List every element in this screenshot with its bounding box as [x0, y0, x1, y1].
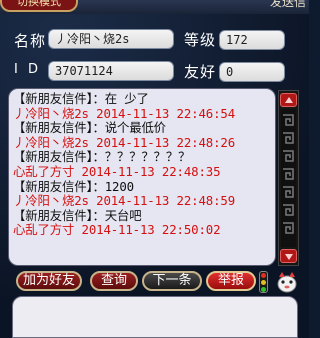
message-scrollbar[interactable]	[278, 90, 299, 266]
next-button[interactable]: 下一条	[142, 271, 202, 291]
message-text: 【新朋友信件】：说个最低价	[13, 120, 166, 136]
message-list[interactable]: 【新朋友信件】：在 少了 丿冷阳丶烧2s 2014-11-13 22:46:54…	[8, 88, 276, 266]
message-sender-time: 丿冷阳丶烧2s 2014-11-13 22:48:59	[13, 193, 236, 209]
reply-input[interactable]	[12, 296, 298, 338]
id-label: I D	[14, 62, 41, 77]
scroll-track[interactable]	[281, 109, 296, 247]
friendship-label: 友好	[184, 63, 217, 81]
level-label: 等级	[184, 31, 217, 49]
pet-icon[interactable]	[276, 270, 298, 294]
message-item: 【新朋友信件】：在 少了 丿冷阳丶烧2s 2014-11-13 22:46:54	[13, 91, 271, 121]
message-item: 【新朋友信件】：？？？？？？？ 心乱了方寸 2014-11-13 22:48:3…	[13, 150, 271, 179]
switch-mode-tab[interactable]: 切换模式	[0, 0, 78, 12]
action-bar: 加为好友 查询 下一条 举报	[0, 268, 309, 296]
level-field: 172	[219, 30, 285, 50]
message-text: 【新朋友信件】：天台吧	[13, 207, 142, 223]
message-sender-time: 心乱了方寸 2014-11-13 22:50:02	[13, 222, 221, 238]
arrow-up-icon[interactable]	[280, 93, 297, 107]
message-text: 【新朋友信件】：？？？？？？？	[13, 149, 191, 165]
id-field: 37071124	[48, 61, 174, 81]
top-strip: 切换模式 发送信	[0, 0, 309, 14]
name-field: 丿冷阳丶烧2s	[48, 29, 174, 49]
arrow-down-icon[interactable]	[280, 249, 297, 263]
message-text: 【新朋友信件】：1200	[13, 178, 134, 194]
name-label: 名称	[14, 32, 47, 50]
message-item: 【新朋友信件】：1200 丿冷阳丶烧2s 2014-11-13 22:48:59	[13, 178, 271, 209]
send-mail-tab[interactable]: 发送信	[255, 0, 309, 10]
add-friend-button[interactable]: 加为好友	[16, 271, 82, 291]
report-button[interactable]: 举报	[206, 271, 256, 291]
query-button[interactable]: 查询	[90, 271, 138, 291]
message-text: 【新朋友信件】：在 少了	[13, 91, 149, 106]
friendship-field: 0	[219, 62, 285, 82]
message-item: 【新朋友信件】：天台吧 心乱了方寸 2014-11-13 22:50:02	[13, 207, 271, 238]
message-sender-time: 丿冷阳丶烧2s 2014-11-13 22:48:26	[13, 134, 236, 150]
message-item: 【新朋友信件】：说个最低价 丿冷阳丶烧2s 2014-11-13 22:48:2…	[13, 121, 271, 150]
greek-key-ornament-icon	[283, 114, 294, 234]
traffic-light-icon	[259, 271, 268, 293]
message-sender-time: 丿冷阳丶烧2s 2014-11-13 22:46:54	[13, 105, 236, 121]
message-sender-time: 心乱了方寸 2014-11-13 22:48:35	[13, 163, 221, 179]
